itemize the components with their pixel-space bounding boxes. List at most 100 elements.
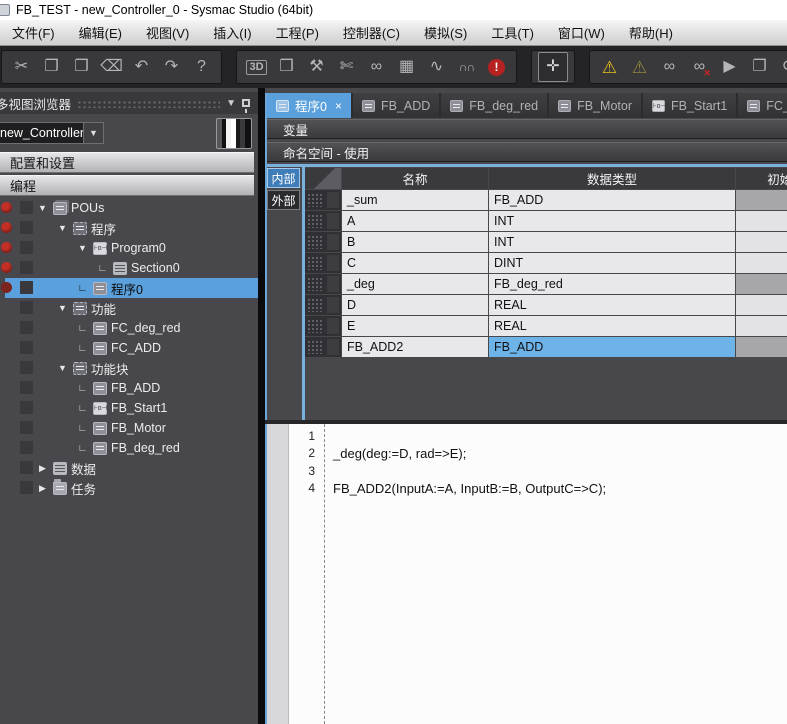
tree-item-程序[interactable]: ▼程序 <box>0 218 258 238</box>
tree-item-程序0[interactable]: ∟程序0 <box>0 278 258 298</box>
row-handle[interactable] <box>305 337 341 357</box>
row-handle[interactable] <box>305 190 341 210</box>
delete-icon[interactable]: ⌫ <box>98 53 125 81</box>
tree-item-FB_Motor[interactable]: ∟FB_Motor <box>0 418 258 438</box>
build-icon[interactable]: ⚒ <box>303 53 330 81</box>
3d-view-icon[interactable]: 3D <box>243 53 270 81</box>
watch-table-icon[interactable]: ▦ <box>393 53 420 81</box>
menu-item[interactable]: 视图(V) <box>134 20 201 45</box>
refresh-icon[interactable]: ⟳ <box>776 53 787 81</box>
pin-icon[interactable] <box>242 99 250 107</box>
abort-icon[interactable]: ! <box>483 53 510 81</box>
expand-arrow-icon[interactable]: ▼ <box>76 243 89 253</box>
row-handle[interactable] <box>305 316 341 336</box>
expand-arrow-icon[interactable]: ▼ <box>36 203 49 213</box>
code-text[interactable]: _deg(deg:=D, rad=>E); <box>321 446 466 461</box>
tree-item-Program0[interactable]: ▼Program0 <box>0 238 258 258</box>
row-handle[interactable] <box>305 295 341 315</box>
cell-datatype[interactable]: DINT <box>489 253 735 273</box>
menu-item[interactable]: 窗口(W) <box>546 20 617 45</box>
tree-item-POUs[interactable]: ▼POUs <box>0 198 258 218</box>
synchronize-icon[interactable]: ❐ <box>746 53 773 81</box>
cell-datatype[interactable]: FB_ADD <box>489 190 735 210</box>
cell-name[interactable]: D <box>342 295 488 315</box>
close-icon[interactable]: × <box>335 99 342 113</box>
sidebar-section-config[interactable]: 配置和设置 <box>0 152 254 173</box>
go-online-icon[interactable]: ⚠ <box>596 53 623 81</box>
cell-datatype[interactable]: INT <box>489 232 735 252</box>
column-header-name[interactable]: 名称 <box>342 168 488 189</box>
row-handle[interactable] <box>305 253 341 273</box>
expand-arrow-icon[interactable]: ▼ <box>56 223 69 233</box>
menu-item[interactable]: 工具(T) <box>479 20 546 45</box>
sidebar-section-programming[interactable]: 编程 <box>0 175 254 196</box>
tree-item-FB_ADD[interactable]: ∟FB_ADD <box>0 378 258 398</box>
cell-datatype[interactable]: INT <box>489 211 735 231</box>
menu-item[interactable]: 控制器(C) <box>331 20 412 45</box>
cell-initial-value[interactable] <box>736 295 787 315</box>
scope-tab-内部[interactable]: 内部 <box>267 168 300 188</box>
cell-name[interactable]: FB_ADD2 <box>342 337 488 357</box>
column-header-datatype[interactable]: 数据类型 <box>489 168 735 189</box>
tab-FB_ADD[interactable]: FB_ADD <box>353 93 439 118</box>
cell-name[interactable]: B <box>342 232 488 252</box>
cell-initial-value[interactable] <box>736 316 787 336</box>
cell-initial-value[interactable] <box>736 253 787 273</box>
cell-datatype[interactable]: REAL <box>489 316 735 336</box>
cell-initial-value[interactable] <box>736 211 787 231</box>
scope-tab-外部[interactable]: 外部 <box>267 190 300 210</box>
menu-item[interactable]: 帮助(H) <box>617 20 685 45</box>
row-handle[interactable] <box>305 274 341 294</box>
go-offline-icon[interactable]: ⚠ <box>626 53 653 81</box>
tab-FC_ADD[interactable]: FC_ADD <box>738 93 787 118</box>
code-text[interactable]: FB_ADD2(InputA:=A, InputB:=B, OutputC=>C… <box>321 481 606 496</box>
menu-item[interactable]: 模拟(S) <box>412 20 479 45</box>
st-code-editor[interactable]: 12_deg(deg:=D, rad=>E);34FB_ADD2(InputA:… <box>267 424 787 724</box>
select-all-corner[interactable] <box>305 168 341 189</box>
paste-icon[interactable]: ❒ <box>68 53 95 81</box>
tree-item-FC_ADD[interactable]: ∟FC_ADD <box>0 338 258 358</box>
tree-item-Section0[interactable]: ∟Section0 <box>0 258 258 278</box>
download-icon[interactable]: ▶ <box>716 53 743 81</box>
cell-name[interactable]: E <box>342 316 488 336</box>
row-handle[interactable] <box>305 211 341 231</box>
expand-arrow-icon[interactable]: ▼ <box>56 303 69 313</box>
tree-item-功能[interactable]: ▼功能 <box>0 298 258 318</box>
cell-datatype[interactable]: FB_ADD <box>489 337 735 357</box>
controller-dropdown-button[interactable]: ▼ <box>84 122 104 144</box>
cell-name[interactable]: _sum <box>342 190 488 210</box>
cell-initial-value[interactable] <box>736 337 787 357</box>
stop-monitor-icon[interactable]: ∞✕ <box>686 53 713 81</box>
tab-FB_Motor[interactable]: FB_Motor <box>549 93 641 118</box>
monitor-glasses-icon[interactable]: ∞ <box>656 53 683 81</box>
tree-item-功能块[interactable]: ▼功能块 <box>0 358 258 378</box>
cell-initial-value[interactable] <box>736 232 787 252</box>
cell-datatype[interactable]: REAL <box>489 295 735 315</box>
vertical-splitter[interactable] <box>258 88 265 724</box>
namespace-bar[interactable]: 命名空间 - 使用 <box>267 142 787 162</box>
row-handle[interactable] <box>305 232 341 252</box>
menu-item[interactable]: 编辑(E) <box>67 20 134 45</box>
cell-name[interactable]: C <box>342 253 488 273</box>
collapse-arrow-icon[interactable]: ▶ <box>36 463 49 474</box>
copy-icon[interactable]: ❐ <box>38 53 65 81</box>
rebuild-icon[interactable]: ✄ <box>333 53 360 81</box>
menu-item[interactable]: 工程(P) <box>264 20 331 45</box>
window-layout-icon[interactable]: ❒ <box>273 53 300 81</box>
tab-FB_Start1[interactable]: FB_Start1 <box>643 93 736 118</box>
help-page-icon[interactable]: ? <box>188 53 215 81</box>
data-trace-icon[interactable]: ∿ <box>423 53 450 81</box>
controller-selector[interactable]: new_Controller_0 <box>0 122 84 144</box>
column-header-initial[interactable]: 初始值 <box>736 168 787 189</box>
menu-item[interactable]: 插入(I) <box>201 20 263 45</box>
tree-item-FC_deg_red[interactable]: ∟FC_deg_red <box>0 318 258 338</box>
watch-window-icon[interactable]: ∞ <box>363 53 390 81</box>
cell-name[interactable]: _deg <box>342 274 488 294</box>
search-binoculars-icon[interactable]: ∩∩ <box>453 53 480 81</box>
tree-item-任务[interactable]: ▶任务 <box>0 478 258 498</box>
chevron-down-icon[interactable]: ▼ <box>226 98 236 109</box>
tree-item-FB_deg_red[interactable]: ∟FB_deg_red <box>0 438 258 458</box>
simulation-icon[interactable]: ✛ <box>538 52 568 82</box>
redo-icon[interactable]: ↷ <box>158 53 185 81</box>
cell-initial-value[interactable] <box>736 274 787 294</box>
